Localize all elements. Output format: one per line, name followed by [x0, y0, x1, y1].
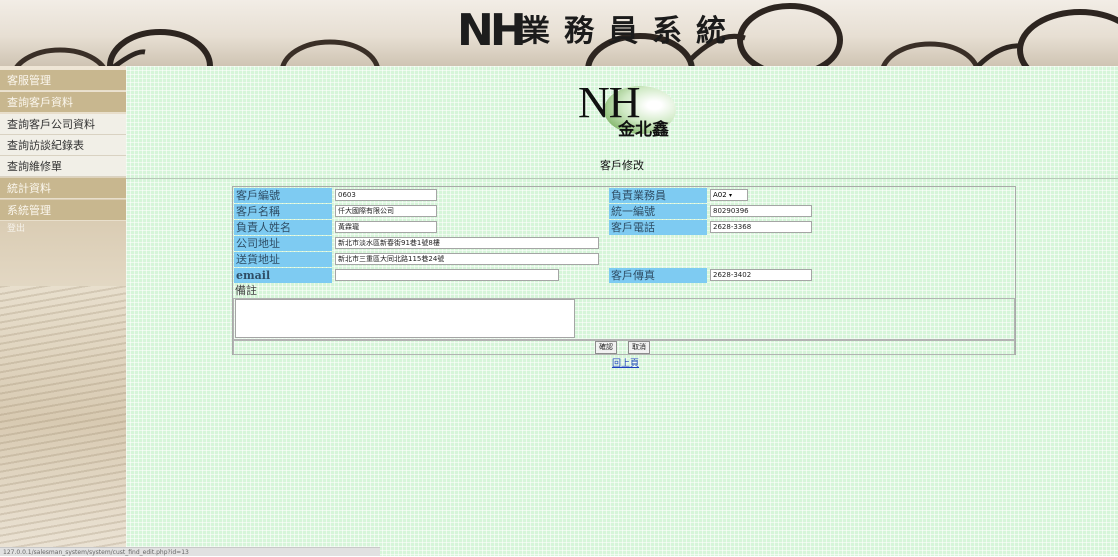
company-address-input[interactable]: 新北市淡水區新春街91巷1號8樓	[335, 237, 599, 249]
company-address-label: 公司地址	[234, 236, 332, 251]
sidebar-item-query-customer[interactable]: 查詢客戶資料	[0, 92, 126, 113]
salesperson-label: 負責業務員	[609, 188, 707, 203]
logo-company-name: 金北鑫	[618, 120, 669, 140]
fax-label: 客戶傳真	[609, 268, 707, 283]
sidebar-item-system-admin[interactable]: 系統管理	[0, 200, 126, 221]
email-label: email	[234, 268, 332, 283]
salesperson-select[interactable]: A02 ▾	[710, 189, 748, 201]
sidebar-item-query-visit-records[interactable]: 查詢訪談紀錄表	[0, 135, 126, 156]
remarks-textarea[interactable]	[235, 299, 575, 338]
company-logo: NH 金北鑫	[578, 78, 678, 146]
header-banner: NH 業務員系統	[0, 0, 1118, 66]
sidebar-item-logout[interactable]: 登出	[0, 222, 126, 236]
back-link[interactable]: 回上頁	[612, 356, 639, 369]
customer-edit-form: 客戶編號 0603 負責業務員 A02 ▾ 客戶名稱 仟大國際有限公司 統一編號…	[232, 186, 1016, 355]
sidebar-item-query-repair[interactable]: 查詢維修單	[0, 156, 126, 177]
sidebar-item-customer-service[interactable]: 客服管理	[0, 70, 126, 91]
newspaper-decoration	[0, 286, 126, 556]
phone-label: 客戶電話	[609, 220, 707, 235]
email-input[interactable]	[335, 269, 559, 281]
confirm-button[interactable]: 確認	[595, 341, 617, 354]
customer-id-input[interactable]: 0603	[335, 189, 437, 201]
sidebar-item-statistics[interactable]: 統計資料	[0, 178, 126, 199]
customer-name-label: 客戶名稱	[234, 204, 332, 219]
shipping-address-input[interactable]: 新北市三重區大同北路115巷24號	[335, 253, 599, 265]
salesperson-value: A02	[713, 191, 727, 199]
fax-input[interactable]: 2628-3402	[710, 269, 812, 281]
divider	[126, 178, 1118, 179]
customer-id-label: 客戶編號	[234, 188, 332, 203]
customer-name-input[interactable]: 仟大國際有限公司	[335, 205, 437, 217]
shipping-address-label: 送貨地址	[234, 252, 332, 267]
sidebar: 客服管理 查詢客戶資料 查詢客戶公司資料 查詢訪談紀錄表 查詢維修單 統計資料 …	[0, 66, 126, 556]
status-bar-url: 127.0.0.1/salesman_system/system/cust_fi…	[0, 547, 380, 556]
main-content: NH 金北鑫 客戶修改 客戶編號 0603 負責業務員 A02 ▾ 客戶名稱 仟…	[126, 66, 1118, 556]
cancel-button[interactable]: 取消	[628, 341, 650, 354]
page-title: 客戶修改	[600, 159, 644, 172]
tax-id-input[interactable]: 80290396	[710, 205, 812, 217]
contact-name-input[interactable]: 黃霖瓏	[335, 221, 437, 233]
contact-name-label: 負責人姓名	[234, 220, 332, 235]
phone-input[interactable]: 2628-3368	[710, 221, 812, 233]
buttons-cell	[233, 340, 1015, 355]
tax-id-label: 統一編號	[609, 204, 707, 219]
chevron-down-icon: ▾	[728, 192, 732, 199]
banner-title: 業務員系統	[520, 14, 740, 49]
sidebar-item-query-company[interactable]: 查詢客戶公司資料	[0, 114, 126, 135]
remarks-label: 備註	[235, 284, 257, 297]
banner-logo: NH	[457, 5, 527, 56]
